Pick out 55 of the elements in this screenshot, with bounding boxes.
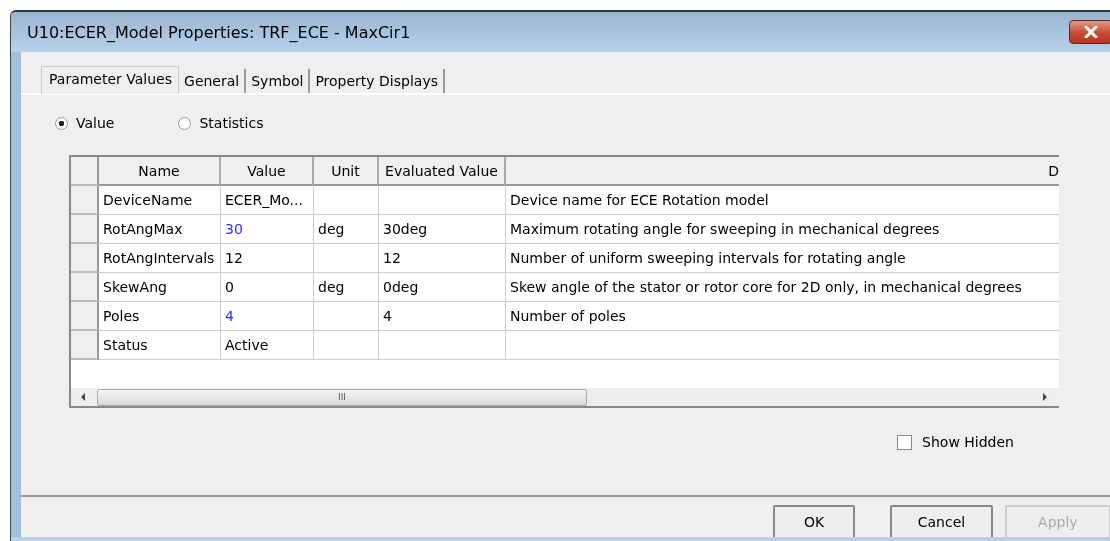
row-header [71,157,99,186]
table-cell [314,186,379,215]
row-header[interactable] [71,215,99,244]
table-cell: DeviceName [99,186,221,215]
checkbox[interactable] [897,434,913,450]
table-cell: 0deg [379,273,506,302]
table-cell: 4 [221,302,314,331]
table-cell: Device name for ECE Rotation model [506,186,1059,215]
radio-label: Value [76,115,115,131]
column-header[interactable]: D [506,157,1059,186]
column-header[interactable]: Value [221,157,314,186]
dialog-button[interactable]: Cancel [890,505,993,537]
tab[interactable]: Parameter Values [41,66,180,94]
table-cell: 12 [379,244,506,273]
table-cell: 0 [221,273,314,302]
row-header[interactable] [71,186,99,215]
table-cell: 30deg [379,215,506,244]
row-header[interactable] [71,244,99,273]
table-cell: 30 [221,215,314,244]
table-cell: Poles [99,302,221,331]
close-icon [1083,26,1099,38]
table-cell: SkewAng [99,273,221,302]
close-button[interactable] [1069,20,1110,44]
scroll-left-icon[interactable] [81,393,85,401]
radio-button[interactable] [55,116,68,130]
table-cell: deg [314,273,379,302]
radio-button[interactable] [178,116,192,130]
table-cell [314,331,379,360]
table-cell: Number of poles [506,302,1059,331]
column-header[interactable]: Evaluated Value [379,157,506,186]
dialog-button[interactable]: OK [773,505,856,537]
table-cell: ECER_Mo... [221,186,314,215]
table-cell: deg [314,215,379,244]
row-header[interactable] [71,273,99,302]
table-cell: Skew angle of the stator or rotor core for 2D only, in mechanical degrees [506,273,1059,302]
table-cell: Maximum rotating angle for sweeping in mechanical degrees [506,215,1059,244]
radio-label: Statistics [199,115,264,131]
table-cell: 4 [379,302,506,331]
table-cell: Number of uniform sweeping intervals for rotating angle [506,244,1059,273]
table-cell [314,244,379,273]
table-cell: RotAngIntervals [99,244,221,273]
row-header[interactable] [71,302,99,331]
scrollbar-thumb[interactable]: III [97,388,587,406]
table-cell: RotAngMax [99,215,221,244]
row-header[interactable] [71,331,99,360]
table-cell: Status [99,331,221,360]
column-header[interactable]: Name [99,157,221,186]
checkbox-label: Show Hidden [922,434,1014,450]
column-header[interactable]: Unit [314,157,379,186]
scroll-right-icon[interactable] [1043,393,1047,401]
horizontal-scrollbar[interactable]: III [71,388,1059,406]
table-cell [314,302,379,331]
table-cell: Active [221,331,314,360]
table-cell: 12 [221,244,314,273]
window-title: U10:ECER_Model Properties: TRF_ECE - MaxCir1 [27,22,411,42]
